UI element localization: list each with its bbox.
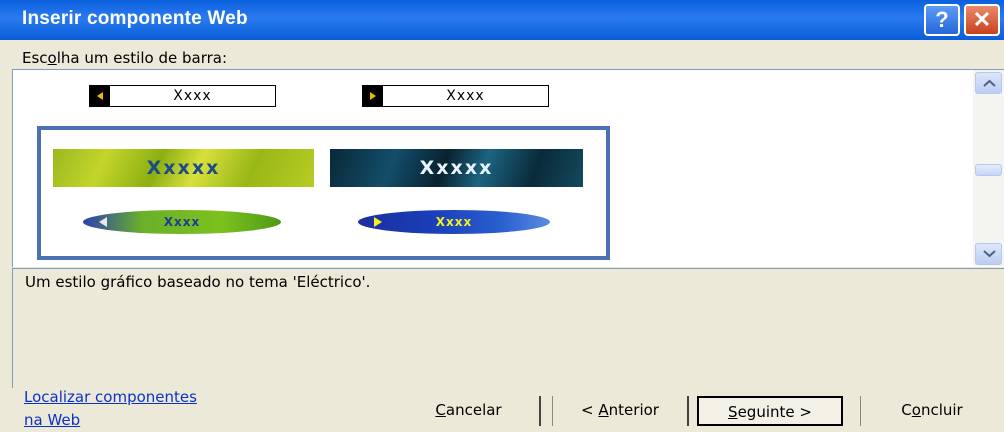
style-description: Um estilo gráfico baseado no tema 'Eléct… xyxy=(25,273,371,291)
help-button[interactable]: ? xyxy=(924,4,960,36)
back-button[interactable]: < Anterior xyxy=(552,396,689,426)
scroll-down-button[interactable] xyxy=(975,243,1002,265)
right-arrow-icon xyxy=(374,217,382,227)
scroll-thumb[interactable] xyxy=(975,164,1002,176)
style-option-electric-dark[interactable]: Xxxxx xyxy=(330,149,583,187)
description-box: Um estilo gráfico baseado no tema 'Eléct… xyxy=(12,268,1004,388)
scroll-up-button[interactable] xyxy=(975,72,1002,94)
right-arrow-icon xyxy=(363,86,383,106)
next-button[interactable]: Seguinte > xyxy=(697,396,843,426)
style-list[interactable]: Xxxx Xxxx Xxxxx Xxxxx Xxxx Xxxx xyxy=(12,69,1004,267)
left-arrow-icon xyxy=(90,86,110,106)
window-title: Inserir componente Web xyxy=(22,8,248,29)
question-icon: ? xyxy=(935,7,949,32)
cancel-button[interactable]: Cancelar xyxy=(398,396,541,426)
style-sample-text: Xxxx xyxy=(173,88,212,104)
close-icon: ✕ xyxy=(972,7,992,32)
title-bar: Inserir componente Web ? ✕ xyxy=(0,0,1004,40)
chevron-up-icon xyxy=(983,79,996,87)
style-option-oval-green[interactable]: Xxxx xyxy=(83,210,281,234)
selected-style-highlight xyxy=(37,126,610,260)
style-option-electric-yellow[interactable]: Xxxxx xyxy=(53,149,314,187)
style-prompt-label: Escolha um estilo de barra: xyxy=(22,49,228,67)
style-sample-text: Xxxx xyxy=(446,88,485,104)
finish-button[interactable]: Concluir xyxy=(860,396,1003,426)
style-option-oval-blue[interactable]: Xxxx xyxy=(358,210,550,234)
style-option-simple-left[interactable]: Xxxx xyxy=(89,85,276,107)
vertical-scrollbar[interactable] xyxy=(973,70,1004,266)
chevron-down-icon xyxy=(983,250,996,258)
style-sample-text: Xxxx xyxy=(435,215,473,229)
close-button[interactable]: ✕ xyxy=(964,4,1000,36)
find-components-link[interactable]: Localizar componentes na Web xyxy=(24,386,254,432)
left-arrow-icon xyxy=(99,217,107,227)
style-option-simple-right[interactable]: Xxxx xyxy=(362,85,549,107)
style-sample-text: Xxxx xyxy=(163,215,201,229)
